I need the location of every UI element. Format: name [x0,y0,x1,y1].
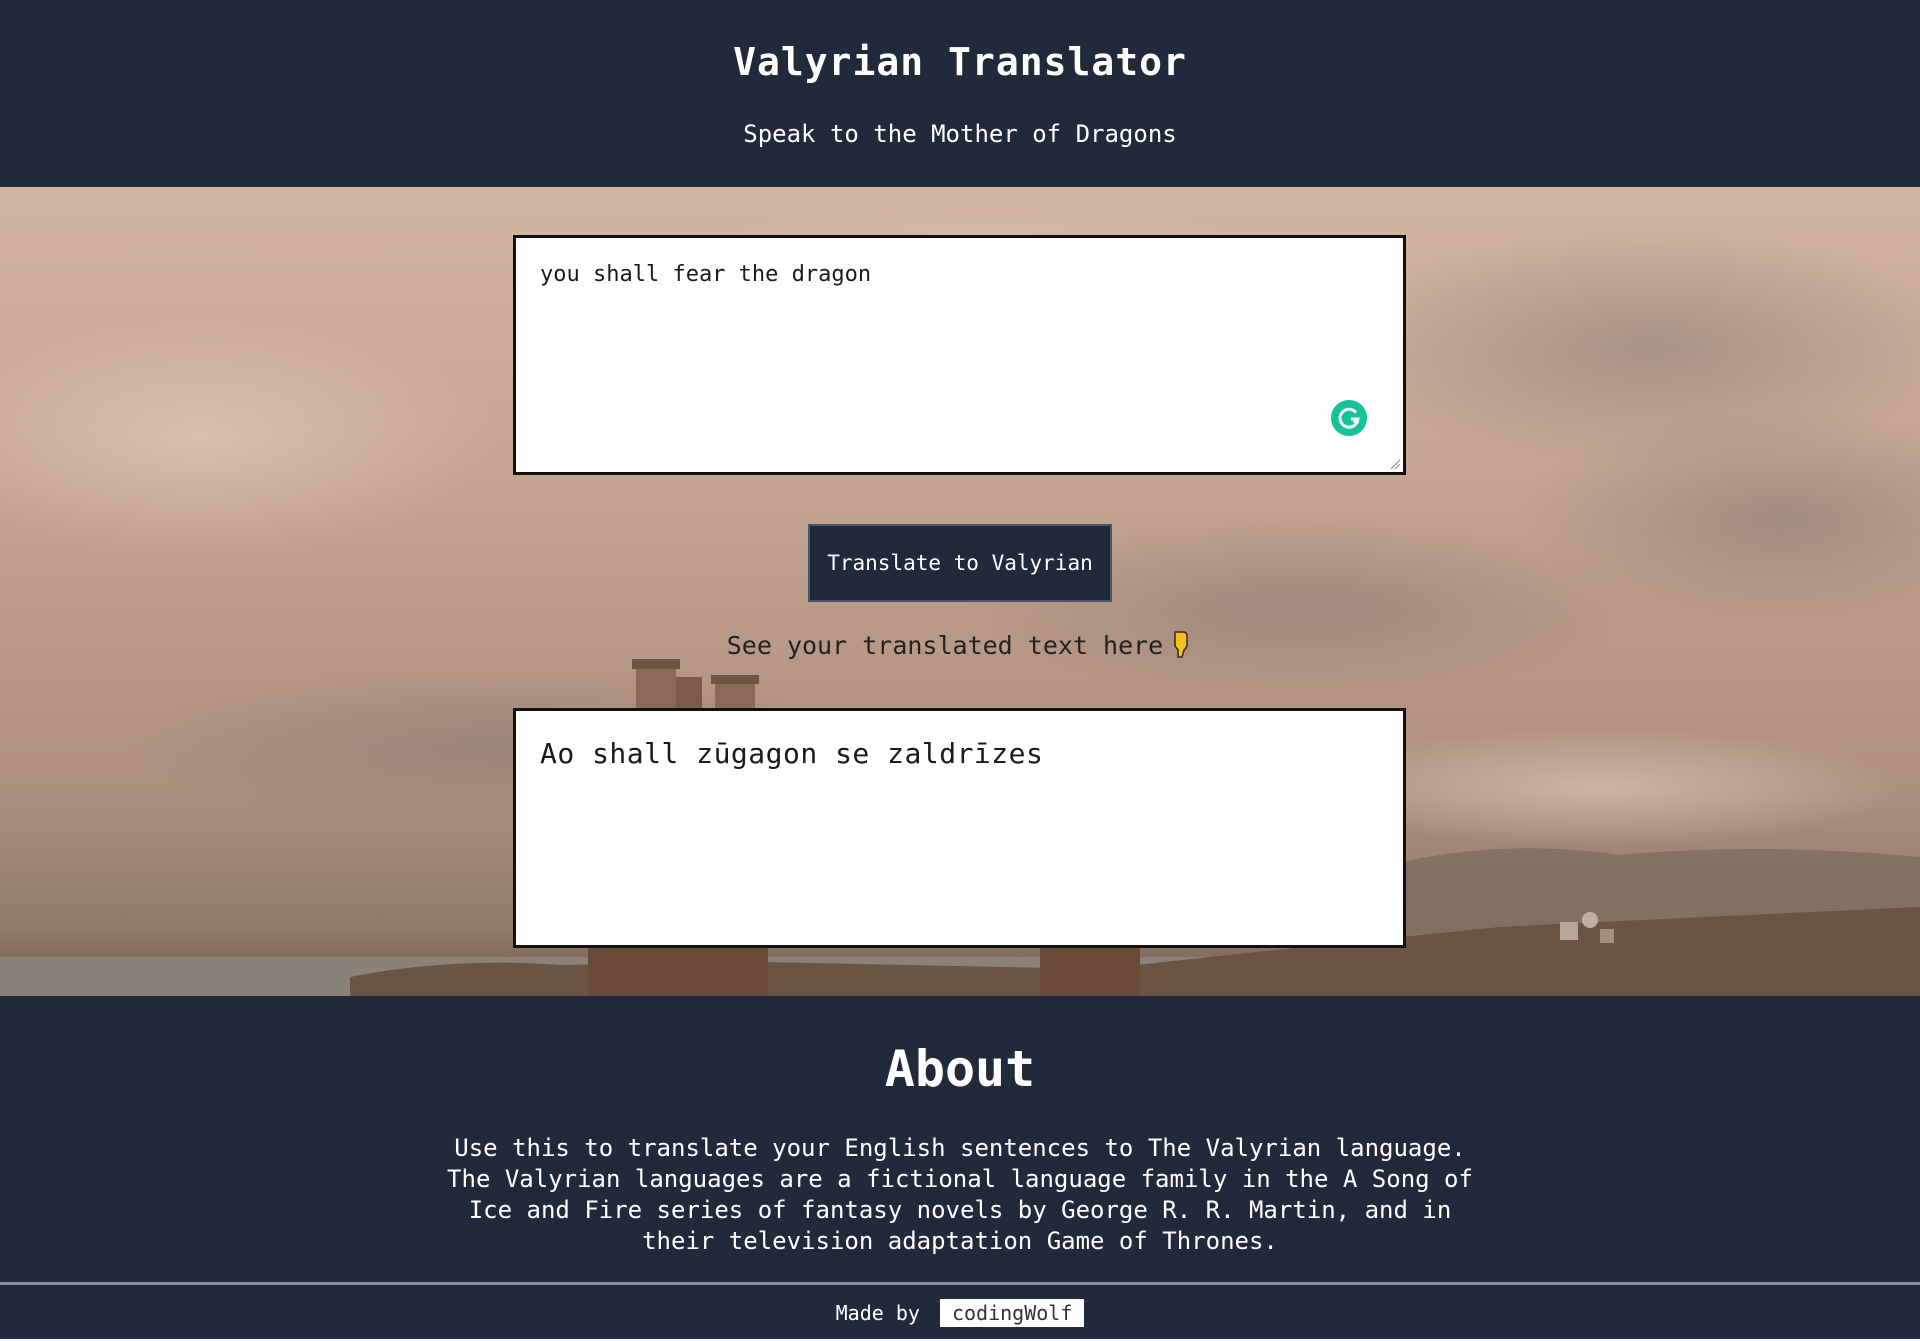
site-header: Valyrian Translator Speak to the Mother … [0,0,1920,187]
english-input-value: you shall fear the dragon [540,262,872,287]
page-subtitle: Speak to the Mother of Dragons [743,120,1177,148]
output-hint: See your translated text here [0,630,1920,660]
resize-handle-icon[interactable] [1389,458,1401,470]
translate-button[interactable]: Translate to Valyrian [808,524,1112,602]
english-input-textarea[interactable]: you shall fear the dragon [513,235,1406,475]
valyrian-output-value: Ao shall zūgagon se zaldrīzes [540,737,1044,770]
about-section: About Use this to translate your English… [0,996,1920,1283]
about-heading: About [884,1040,1036,1098]
translator-section: you shall fear the dragon Translate to V… [0,187,1920,996]
made-by-label: Made by [835,1301,920,1325]
grammarly-icon[interactable] [1331,400,1367,436]
author-link[interactable]: codingWolf [939,1299,1085,1327]
output-hint-text: See your translated text here [726,631,1164,660]
pointing-down-hand-icon [1174,631,1188,658]
page-title: Valyrian Translator [733,40,1187,84]
valyrian-output-box: Ao shall zūgagon se zaldrīzes [513,708,1406,948]
about-text: Use this to translate your English sente… [447,1134,1473,1255]
site-footer: Made by codingWolf [0,1285,1920,1341]
page: Valyrian Translator Speak to the Mother … [0,0,1920,1341]
